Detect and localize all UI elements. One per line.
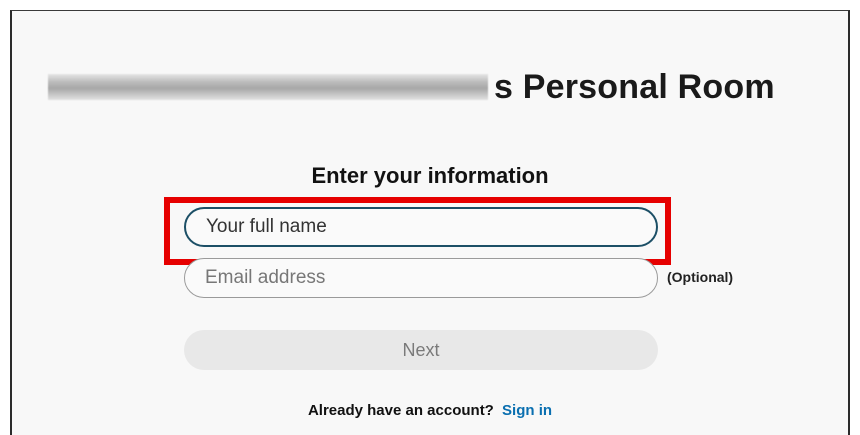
page-frame: s Personal Room Enter your information (… bbox=[10, 10, 850, 435]
page-title: s Personal Room bbox=[494, 67, 775, 106]
next-button[interactable]: Next bbox=[184, 330, 658, 370]
account-prompt-text: Already have an account? bbox=[307, 402, 494, 419]
room-title-row: s Personal Room bbox=[48, 67, 775, 107]
form-heading: Enter your information bbox=[311, 163, 549, 188]
email-input[interactable] bbox=[184, 258, 658, 298]
email-optional-label: (Optional) bbox=[667, 269, 734, 285]
full-name-input[interactable] bbox=[184, 207, 658, 247]
redacted-host-name bbox=[48, 74, 488, 100]
sign-in-link[interactable]: Sign in bbox=[502, 402, 552, 419]
signin-prompt: Already have an account? Sign in bbox=[12, 402, 848, 419]
